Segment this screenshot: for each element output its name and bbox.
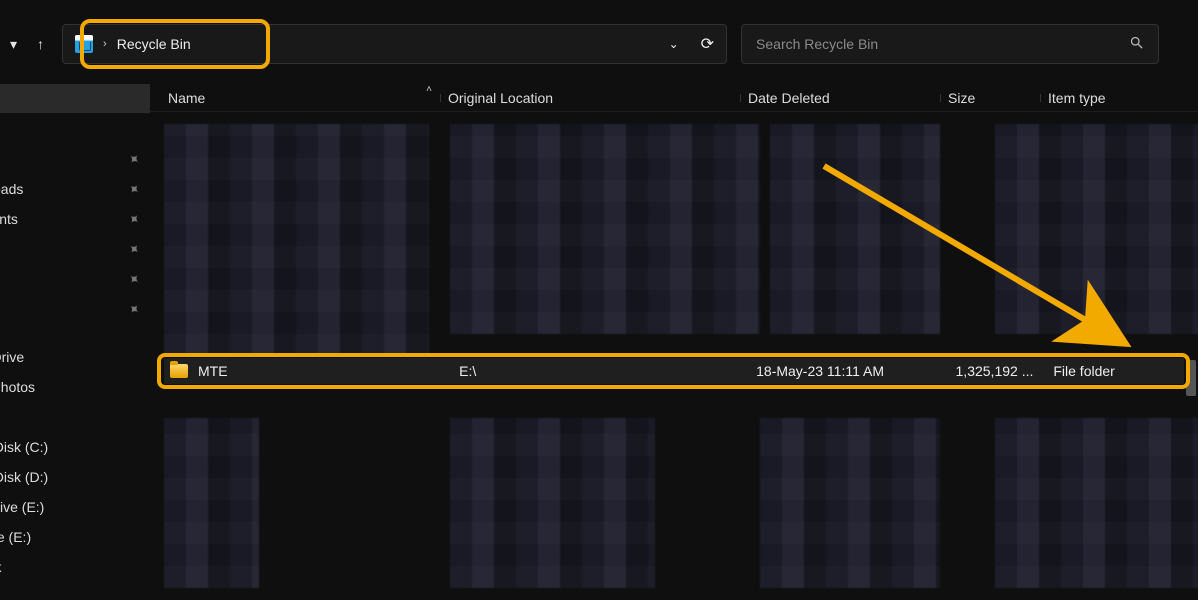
recycle-bin-icon [75,35,93,53]
sidebar-item-pictures[interactable]: ures✦ [0,234,150,264]
redacted-content [450,124,760,334]
pin-icon: ✦ [124,269,144,290]
breadcrumb-location[interactable]: Recycle Bin [117,36,191,52]
nav-arrows: ▾ ↑ [10,36,44,53]
sidebar-item-usb-drive-e[interactable]: B Drive (E:) [0,492,150,522]
navigation-pane: me ktop✦ wnloads✦ uments✦ ures✦ ic✦ os✦ … [0,78,150,600]
file-date-deleted: 18-May-23 11:11 AM [748,363,946,379]
sidebar-item-cloud-photos[interactable]: ud Photos [0,372,150,402]
sidebar-header[interactable]: me [0,84,150,114]
redacted-content [770,124,940,334]
sidebar-item-documents[interactable]: uments✦ [0,204,150,234]
sidebar-item-desktop[interactable]: ktop✦ [0,144,150,174]
file-original-location: E:\ [451,363,748,379]
pin-icon: ✦ [124,239,144,260]
search-box[interactable] [741,24,1159,64]
sort-indicator-icon: ˄ [426,84,432,95]
sidebar-item-drive-e[interactable]: Drive (E:) [0,522,150,552]
sidebar-pinned-group: ktop✦ wnloads✦ uments✦ ures✦ ic✦ os✦ [0,144,150,324]
column-name[interactable]: Name ˄ [150,90,440,106]
search-icon[interactable] [1129,35,1144,53]
scrollbar-thumb[interactable] [1186,360,1196,396]
chevron-down-icon[interactable]: ⌄ [669,37,679,51]
file-list-area: Name ˄ Original Location Date Deleted Si… [150,78,1198,600]
recent-locations-dropdown[interactable]: ▾ [10,36,17,53]
folder-icon [170,364,188,378]
redacted-content [164,418,259,588]
refresh-button[interactable]: ⟳ [701,34,714,54]
column-headers: Name ˄ Original Location Date Deleted Si… [150,84,1198,112]
chevron-right-icon: › [103,38,107,50]
sidebar-item-network[interactable]: work [0,552,150,582]
sidebar-item-videos[interactable]: os✦ [0,294,150,324]
column-date-deleted[interactable]: Date Deleted [740,90,940,106]
column-original-location[interactable]: Original Location [440,90,740,106]
search-input[interactable] [756,36,1129,52]
sidebar-drives-group: ud Drive ud Photos PC cal Disk (C:) cal … [0,342,150,582]
sidebar-item-cloud-drive[interactable]: ud Drive [0,342,150,372]
pin-icon: ✦ [124,149,144,170]
redacted-content [995,124,1198,334]
column-size[interactable]: Size [940,90,1040,106]
sidebar-item-local-disk-d[interactable]: cal Disk (D:) [0,462,150,492]
sidebar-item-this-pc[interactable]: PC [0,402,150,432]
address-bar[interactable]: › Recycle Bin ⌄ ⟳ [62,24,727,64]
scrollbar-track[interactable] [1182,118,1196,600]
sidebar-item-downloads[interactable]: wnloads✦ [0,174,150,204]
sidebar-item-local-disk-c[interactable]: cal Disk (C:) [0,432,150,462]
table-row[interactable]: MTE E:\ 18-May-23 11:11 AM 1,325,192 ...… [164,358,1184,384]
redacted-content [450,418,655,588]
pin-icon: ✦ [124,209,144,230]
redacted-content [995,418,1198,588]
column-item-type[interactable]: Item type [1040,90,1180,106]
sidebar-item-music[interactable]: ic✦ [0,264,150,294]
redacted-content [760,418,940,588]
toolbar: ▾ ↑ › Recycle Bin ⌄ ⟳ [0,14,1198,74]
pin-icon: ✦ [124,299,144,320]
redacted-content [164,124,429,356]
pin-icon: ✦ [124,179,144,200]
file-name: MTE [198,363,228,379]
file-item-type: File folder [1045,363,1184,379]
file-size: 1,325,192 ... [946,363,1045,379]
up-button[interactable]: ↑ [37,36,44,52]
